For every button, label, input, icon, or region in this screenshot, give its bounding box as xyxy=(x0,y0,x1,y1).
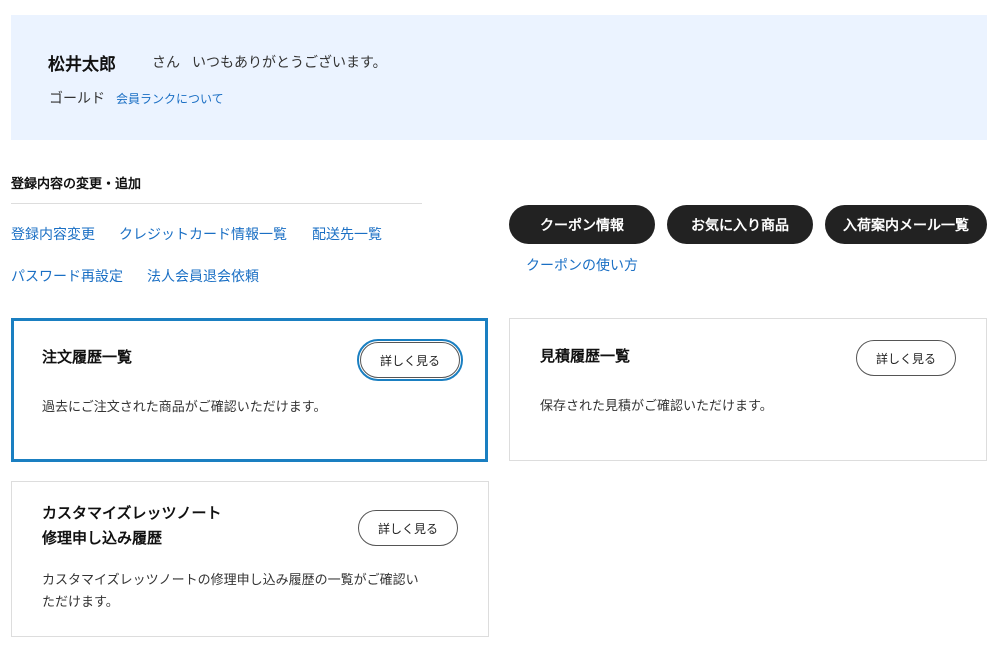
order-history-detail-button[interactable]: 詳しく見る xyxy=(357,339,463,381)
card-description: 過去にご注文された商品がご確認いただけます。 xyxy=(42,400,327,415)
edit-registration-link[interactable]: 登録内容変更 xyxy=(11,224,95,244)
greeting-panel: 松井太郎 さん いつもありがとうございます。 ゴールド 会員ランクについて xyxy=(11,15,987,140)
card-description-line2: ただけます。 xyxy=(42,595,119,610)
registration-section-title: 登録内容の変更・追加 xyxy=(11,177,142,192)
credit-card-list-link[interactable]: クレジットカード情報一覧 xyxy=(119,224,287,244)
card-title: 注文履歴一覧 xyxy=(42,348,133,366)
greeting-message: いつもありがとうございます。 xyxy=(192,55,387,71)
password-reset-link[interactable]: パスワード再設定 xyxy=(11,266,123,286)
card-title: 見積履歴一覧 xyxy=(540,347,631,365)
quote-history-card[interactable]: 見積履歴一覧 詳しく見る 保存された見積がご確認いただけます。 xyxy=(509,318,987,461)
member-rank: ゴールド xyxy=(49,91,105,107)
coupon-how-to-link[interactable]: クーポンの使い方 xyxy=(526,255,638,275)
repair-history-detail-button[interactable]: 詳しく見る xyxy=(358,510,458,546)
shipping-address-list-link[interactable]: 配送先一覧 xyxy=(312,224,382,244)
user-name: 松井太郎 xyxy=(48,55,116,75)
restock-mail-list-button[interactable]: 入荷案内メール一覧 xyxy=(825,205,987,244)
section-divider xyxy=(11,203,422,204)
card-description: 保存された見積がご確認いただけます。 xyxy=(540,399,773,414)
order-history-card[interactable]: 注文履歴一覧 詳しく見る 過去にご注文された商品がご確認いただけます。 xyxy=(11,318,488,462)
card-title-line2: 修理申し込み履歴 xyxy=(42,529,163,547)
corporate-withdrawal-link[interactable]: 法人会員退会依頼 xyxy=(147,266,259,286)
coupon-info-button[interactable]: クーポン情報 xyxy=(509,205,655,244)
card-description-line1: カスタマイズレッツノートの修理申し込み履歴の一覧がご確認い xyxy=(42,573,419,588)
favorites-button[interactable]: お気に入り商品 xyxy=(667,205,813,244)
repair-history-card[interactable]: カスタマイズレッツノート 修理申し込み履歴 詳しく見る カスタマイズレッツノート… xyxy=(11,481,489,637)
member-rank-link[interactable]: 会員ランクについて xyxy=(116,90,224,107)
card-title-line1: カスタマイズレッツノート xyxy=(42,504,222,522)
honorific: さん xyxy=(152,55,180,71)
quote-history-detail-button[interactable]: 詳しく見る xyxy=(856,340,956,376)
